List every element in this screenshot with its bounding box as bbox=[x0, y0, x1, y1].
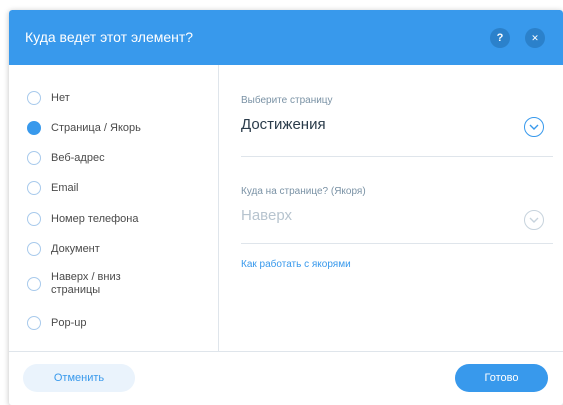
link-dialog: Куда ведет этот элемент? ? ✕ Нет Страниц… bbox=[9, 10, 563, 405]
anchors-help-link[interactable]: Как работать с якорями bbox=[241, 259, 351, 270]
radio-label: Веб-адрес bbox=[51, 151, 105, 164]
anchor-select-dropdown[interactable] bbox=[524, 210, 544, 230]
radio-button[interactable] bbox=[27, 212, 41, 226]
radio-option-document[interactable]: Документ bbox=[27, 242, 100, 256]
radio-label: Документ bbox=[51, 242, 100, 255]
dialog-header: Куда ведет этот элемент? ? ✕ bbox=[9, 10, 563, 65]
help-button[interactable]: ? bbox=[490, 28, 510, 48]
radio-button-selected[interactable] bbox=[27, 121, 41, 135]
close-icon: ✕ bbox=[531, 32, 539, 43]
chevron-down-icon bbox=[529, 217, 539, 223]
field-divider bbox=[241, 156, 553, 157]
radio-label: Email bbox=[51, 181, 79, 194]
radio-option-none[interactable]: Нет bbox=[27, 91, 70, 105]
radio-label: Номер телефона bbox=[51, 212, 139, 225]
page-select-value[interactable]: Достижения bbox=[241, 116, 326, 133]
radio-option-top-bottom[interactable]: Наверх / вниз страницы bbox=[27, 271, 146, 297]
close-button[interactable]: ✕ bbox=[525, 28, 545, 48]
radio-button[interactable] bbox=[27, 242, 41, 256]
radio-button[interactable] bbox=[27, 151, 41, 165]
done-button[interactable]: Готово bbox=[455, 364, 548, 392]
help-icon: ? bbox=[496, 31, 504, 44]
chevron-down-icon bbox=[529, 124, 539, 130]
radio-label: Нет bbox=[51, 91, 70, 104]
radio-label: Pop-up bbox=[51, 316, 87, 329]
radio-option-email[interactable]: Email bbox=[27, 181, 79, 195]
radio-button[interactable] bbox=[27, 316, 41, 330]
link-type-list: Нет Страница / Якорь Веб-адрес Email Ном… bbox=[9, 65, 219, 351]
radio-label: Страница / Якорь bbox=[51, 121, 141, 134]
anchor-select-value[interactable]: Наверх bbox=[241, 207, 292, 224]
page-select-label: Выберите страницу bbox=[241, 95, 333, 106]
dialog-title: Куда ведет этот элемент? bbox=[25, 29, 194, 45]
radio-option-phone[interactable]: Номер телефона bbox=[27, 212, 138, 226]
radio-option-web-address[interactable]: Веб-адрес bbox=[27, 151, 105, 165]
link-settings-panel: Выберите страницу Достижения Куда на стр… bbox=[220, 65, 563, 351]
radio-button[interactable] bbox=[27, 277, 41, 291]
anchor-select-label: Куда на странице? (Якоря) bbox=[241, 186, 366, 197]
radio-option-page-anchor[interactable]: Страница / Якорь bbox=[27, 121, 141, 135]
cancel-button[interactable]: Отменить bbox=[23, 364, 135, 392]
radio-button[interactable] bbox=[27, 181, 41, 195]
page-select-dropdown[interactable] bbox=[524, 117, 544, 137]
radio-button[interactable] bbox=[27, 91, 41, 105]
radio-option-popup[interactable]: Pop-up bbox=[27, 316, 86, 330]
dialog-footer: Отменить Готово bbox=[9, 351, 563, 405]
field-divider bbox=[241, 243, 553, 244]
radio-label: Наверх / вниз страницы bbox=[51, 271, 121, 296]
